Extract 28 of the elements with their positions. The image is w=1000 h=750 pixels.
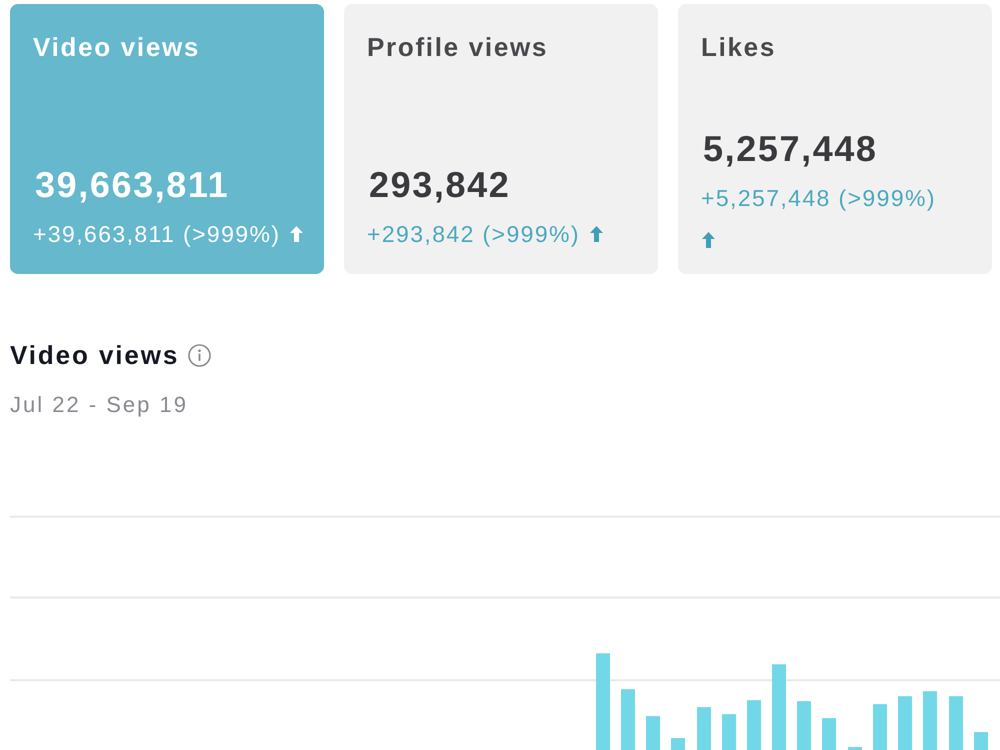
info-icon[interactable] [188,344,212,366]
chart-bar [873,704,887,750]
card-title: Likes [701,32,776,62]
chart-bar [671,738,685,750]
metric-card[interactable]: Profile views 293,842 +293,842 (>999%) [344,4,658,274]
metric-change: +5,257,448 (>999%) [701,184,936,212]
date-range: Jul 22 - Sep 19 [10,392,188,418]
chart-bar [722,714,736,750]
chart-bar [621,689,635,750]
section-title: Video views [10,340,180,370]
chart-bar [797,701,811,750]
chart-bar [949,696,963,750]
metric-card[interactable]: Likes 5,257,448 +5,257,448 (>999%) [678,4,992,274]
card-title: Profile views [367,32,548,62]
metric-value: 293,842 [369,165,510,205]
metric-change: +293,842 (>999%) [367,220,580,248]
chart-bar [697,707,711,750]
chart-bar [646,716,660,750]
chart-bar [848,747,862,750]
metric-change: +39,663,811 (>999%) [33,220,280,248]
metric-value: 39,663,811 [35,165,230,205]
chart-bar [898,696,912,750]
chart-bar [822,718,836,750]
chart-bar [974,732,988,750]
metric-value: 5,257,448 [703,129,878,169]
chart-bar [923,691,937,750]
card-title: Video views [33,32,200,62]
chart-bar [747,700,761,750]
